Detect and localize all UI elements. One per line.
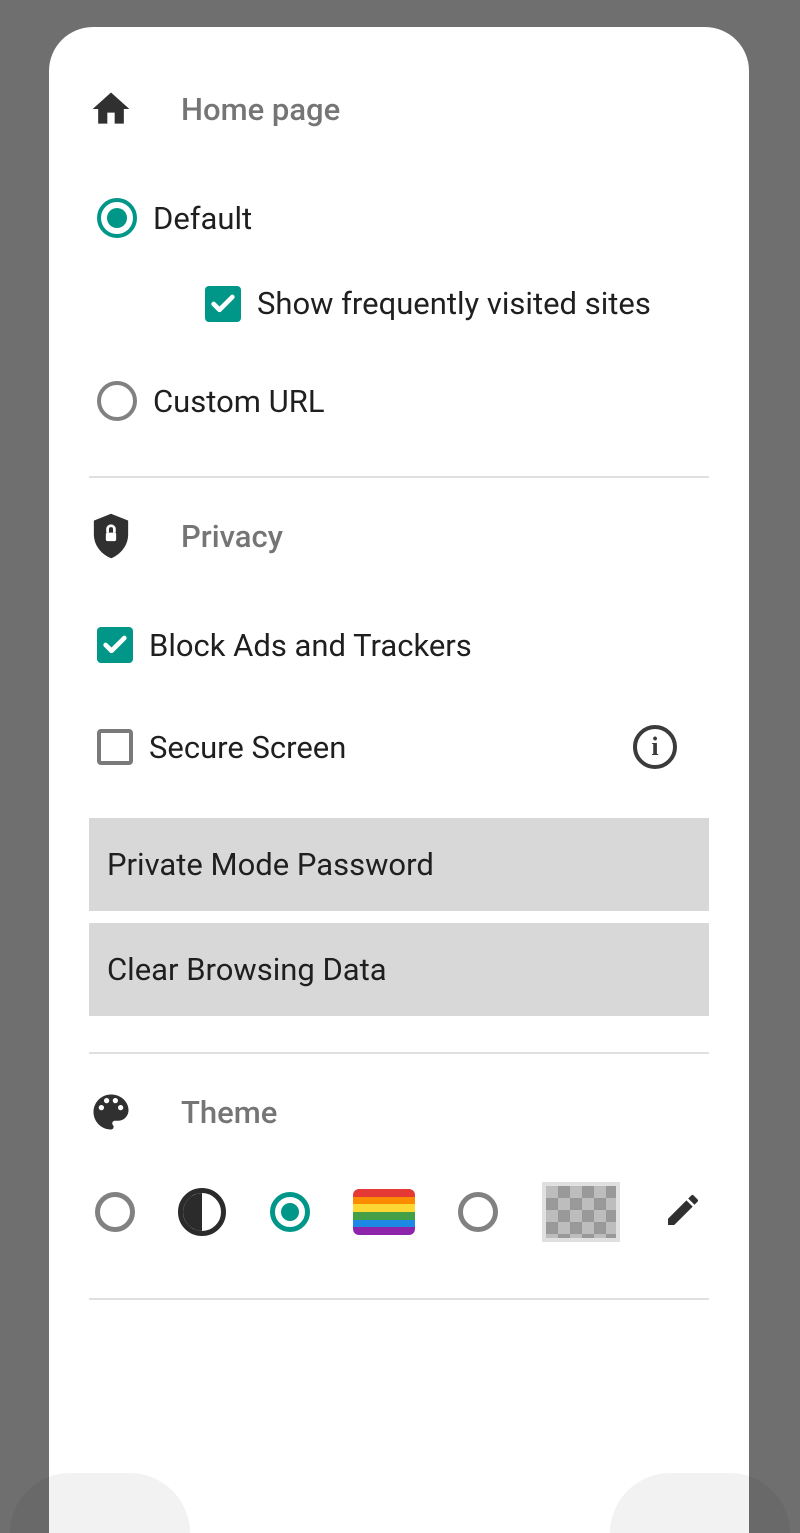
edit-icon[interactable] — [663, 1190, 703, 1234]
info-icon[interactable]: i — [633, 725, 677, 769]
section-privacy: Privacy Block Ads and Trackers Secure Sc… — [49, 514, 749, 1016]
section-title-privacy: Privacy — [181, 518, 283, 555]
checkbox-show-frequent[interactable] — [205, 286, 241, 322]
theme-option-rainbow[interactable] — [353, 1189, 415, 1235]
clear-browsing-data-label: Clear Browsing Data — [107, 951, 387, 988]
palette-icon — [89, 1090, 133, 1134]
checkbox-show-frequent-label: Show frequently visited sites — [257, 285, 651, 322]
divider — [89, 1298, 709, 1300]
theme-option-accent[interactable] — [270, 1192, 310, 1232]
shield-lock-icon — [89, 514, 133, 558]
radio-default[interactable] — [97, 198, 137, 238]
home-icon — [89, 87, 133, 131]
checkbox-secure-screen-label: Secure Screen — [149, 729, 346, 766]
checkbox-option-show-frequent[interactable]: Show frequently visited sites — [205, 285, 701, 322]
radio-default-label: Default — [153, 200, 252, 237]
section-title-homepage: Home page — [181, 91, 340, 128]
section-header-theme: Theme — [89, 1090, 709, 1134]
section-header-privacy: Privacy — [89, 514, 709, 558]
section-homepage: Home page Default Show frequently visite… — [49, 87, 749, 440]
private-mode-password-button[interactable]: Private Mode Password — [89, 818, 709, 911]
radio-option-custom-url[interactable]: Custom URL — [97, 362, 701, 440]
theme-option-light[interactable] — [95, 1192, 135, 1232]
theme-option-extra[interactable] — [458, 1192, 498, 1232]
section-header-homepage: Home page — [89, 87, 709, 131]
checkbox-block-ads[interactable] — [97, 627, 133, 663]
checkbox-block-ads-label: Block Ads and Trackers — [149, 627, 472, 664]
checkbox-option-secure-screen[interactable]: Secure Screen i — [97, 708, 701, 786]
settings-panel: Home page Default Show frequently visite… — [49, 27, 749, 1533]
section-title-theme: Theme — [181, 1094, 277, 1131]
theme-option-transparent[interactable] — [542, 1182, 620, 1242]
checkbox-secure-screen[interactable] — [97, 729, 133, 765]
radio-option-default[interactable]: Default — [97, 179, 701, 257]
nav-pill-right — [610, 1473, 790, 1533]
theme-options-row — [89, 1182, 709, 1242]
theme-option-dark[interactable] — [178, 1188, 226, 1236]
radio-custom-url[interactable] — [97, 381, 137, 421]
clear-browsing-data-button[interactable]: Clear Browsing Data — [89, 923, 709, 1016]
divider — [89, 1052, 709, 1054]
private-mode-password-label: Private Mode Password — [107, 846, 434, 883]
nav-pill-left — [10, 1473, 190, 1533]
section-theme: Theme — [49, 1090, 749, 1242]
radio-custom-url-label: Custom URL — [153, 383, 325, 420]
divider — [89, 476, 709, 478]
checkbox-option-block-ads[interactable]: Block Ads and Trackers — [97, 606, 701, 684]
